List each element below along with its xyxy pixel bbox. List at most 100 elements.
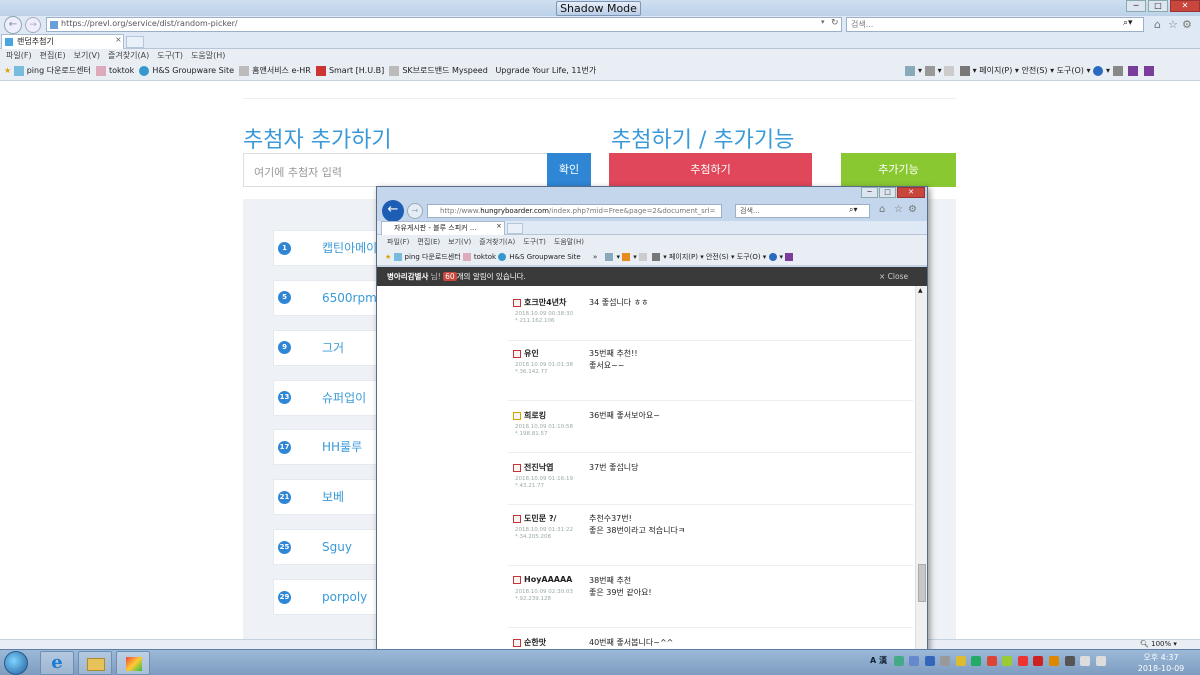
forward-button[interactable]: → (25, 17, 41, 33)
popup-home-icon[interactable]: ⌂ (879, 204, 885, 215)
comment-author[interactable]: 호크만4년차 (513, 297, 566, 308)
start-button[interactable] (4, 651, 28, 675)
tab-active[interactable]: 랜덤추첨기 × (1, 34, 124, 49)
taskbar-ie-button[interactable]: e (40, 651, 74, 675)
popup-forward-button[interactable]: → (407, 203, 423, 219)
network-icon[interactable] (1080, 655, 1091, 666)
addon-icon[interactable] (1112, 65, 1123, 76)
dropdown-icon[interactable]: ▾ (821, 18, 825, 26)
popup-help-icon[interactable] (768, 253, 777, 261)
fav-toktok[interactable]: toktok (95, 65, 134, 76)
comment-author[interactable]: 전진낙엽 (513, 462, 553, 473)
tray-icon[interactable] (986, 655, 997, 666)
popup-tab-active[interactable]: 자유게시판 - 블루 스피커 ... × (381, 221, 505, 235)
popup-minimize-button[interactable]: ─ (861, 187, 878, 198)
popup-mail-icon[interactable] (638, 253, 647, 261)
popup-cmd-tools[interactable]: 도구(O) ▾ (737, 253, 767, 261)
tray-icon[interactable] (893, 655, 904, 666)
cmd-tools[interactable]: 도구(O) ▾ (1057, 66, 1091, 75)
fav-ehr[interactable]: 홈앤서비스 e-HR (239, 65, 311, 76)
popup-cmd-page[interactable]: 페이지(P) ▾ (669, 253, 704, 261)
notif-close-button[interactable]: × Close (879, 267, 908, 286)
tab-close-icon[interactable]: × (115, 35, 122, 44)
cmd-page[interactable]: 페이지(P) ▾ (979, 66, 1019, 75)
tray-icon[interactable] (940, 655, 951, 666)
popup-print-icon[interactable] (652, 253, 661, 261)
home-cmd-icon[interactable] (905, 65, 915, 76)
confirm-button[interactable]: 확인 (547, 153, 591, 187)
onenote-icon[interactable] (1128, 65, 1139, 76)
fav-myspeed[interactable]: SK브로드밴드 Myspeed (389, 65, 488, 76)
popup-fav-star-icon[interactable]: ★ (385, 253, 391, 261)
comment-author[interactable]: HoyAAAAA (513, 575, 572, 584)
fav-ping[interactable]: ping 다운로드센터 (13, 65, 91, 76)
popup-search-icon[interactable]: ⌕▾ (849, 205, 858, 215)
menu-tools[interactable]: 도구(T) (157, 51, 183, 60)
home-icon[interactable]: ⌂ (1154, 18, 1161, 31)
popup-gear-icon[interactable]: ⚙ (908, 204, 917, 215)
comment-author[interactable]: 유인 (513, 348, 539, 359)
favorites-star-icon[interactable]: ☆ (1168, 18, 1178, 31)
tray-icon[interactable] (971, 655, 982, 666)
popup-fav-groupware[interactable]: H&S Groupware Site (498, 253, 581, 261)
tray-icon[interactable] (924, 655, 935, 666)
settings-gear-icon[interactable]: ⚙ (1182, 18, 1192, 31)
close-button[interactable]: ✕ (1170, 0, 1200, 12)
popup-maximize-button[interactable]: □ (879, 187, 896, 198)
tray-icon[interactable] (1002, 655, 1013, 666)
tray-icon[interactable] (1064, 655, 1075, 666)
menu-favorites[interactable]: 즐겨찾기(A) (108, 51, 149, 60)
menu-file[interactable]: 파일(F) (6, 51, 32, 60)
popup-feed-icon[interactable] (622, 253, 631, 261)
scroll-thumb[interactable] (918, 564, 926, 602)
popup-fav-ping[interactable]: ping 다운로드센터 (393, 253, 461, 261)
popup-menu-tools[interactable]: 도구(T) (523, 238, 546, 246)
clock[interactable]: 오후 4:37 2018-10-09 (1130, 652, 1192, 674)
fav-11st[interactable]: Upgrade Your Life, 11번가 (495, 66, 596, 75)
popup-chevron-icon[interactable]: » (593, 253, 597, 261)
draw-button[interactable]: 추첨하기 (609, 153, 812, 187)
minimize-button[interactable]: ─ (1126, 0, 1146, 12)
zoom-level[interactable]: 🔍︎ 100% ▾ (1140, 640, 1177, 648)
notif-user[interactable]: 병아리감별사 (387, 272, 428, 281)
popup-search-input[interactable]: 검색... (740, 206, 760, 216)
popup-menu-favorites[interactable]: 즐겨찾기(A) (479, 238, 515, 246)
menu-view[interactable]: 보기(V) (74, 51, 100, 60)
tray-icon[interactable] (955, 655, 966, 666)
search-bar[interactable]: 검색... ⌕▾ (846, 17, 1144, 32)
back-button[interactable]: ← (4, 16, 22, 34)
popup-menu-view[interactable]: 보기(V) (448, 238, 471, 246)
address-bar[interactable]: https://prevl.org/service/dist/random-pi… (46, 17, 842, 32)
fav-groupware[interactable]: H&S Groupware Site (139, 65, 234, 76)
popup-menu-help[interactable]: 도움말(H) (554, 238, 584, 246)
tray-icon[interactable] (1049, 655, 1059, 666)
fav-smart[interactable]: Smart [H.U.B] (315, 65, 384, 76)
participant-input[interactable]: 여기에 추첨자 입력 (243, 153, 548, 187)
favorites-star-icon[interactable]: ★ (4, 66, 11, 75)
popup-tab-close-icon[interactable]: × (496, 222, 502, 230)
new-tab-button[interactable] (126, 36, 144, 48)
popup-star-icon[interactable]: ☆ (894, 204, 903, 215)
popup-close-button[interactable]: ✕ (897, 187, 925, 198)
search-input[interactable]: 검색... (851, 19, 873, 30)
popup-menu-file[interactable]: 파일(F) (387, 238, 409, 246)
menu-help[interactable]: 도움말(H) (191, 51, 225, 60)
help-icon[interactable] (1093, 65, 1104, 76)
onenote2-icon[interactable] (1143, 65, 1154, 76)
scroll-up-arrow[interactable]: ▲ (918, 287, 923, 294)
feeds-icon[interactable] (924, 65, 935, 76)
popup-address-bar[interactable]: http://www.hungryboarder.com/index.php?m… (427, 204, 722, 218)
language-indicator[interactable]: A 漢 (870, 656, 887, 665)
comment-author[interactable]: 순한맛 (513, 637, 546, 648)
popup-scrollbar[interactable]: ▲ (915, 286, 927, 653)
tray-icon[interactable] (909, 655, 920, 666)
notif-count-badge[interactable]: 60 (443, 272, 457, 281)
taskbar-paint-button[interactable] (116, 651, 150, 675)
extra-features-button[interactable]: 추가기능 (841, 153, 956, 187)
menu-edit[interactable]: 편집(E) (40, 51, 66, 60)
comment-author[interactable]: 도민문 ?/ (513, 513, 556, 524)
comment-author[interactable]: 희로킹 (513, 410, 546, 421)
volume-icon[interactable] (1095, 655, 1106, 666)
refresh-icon[interactable]: ↻ (831, 18, 839, 28)
popup-menu-edit[interactable]: 편집(E) (417, 238, 440, 246)
